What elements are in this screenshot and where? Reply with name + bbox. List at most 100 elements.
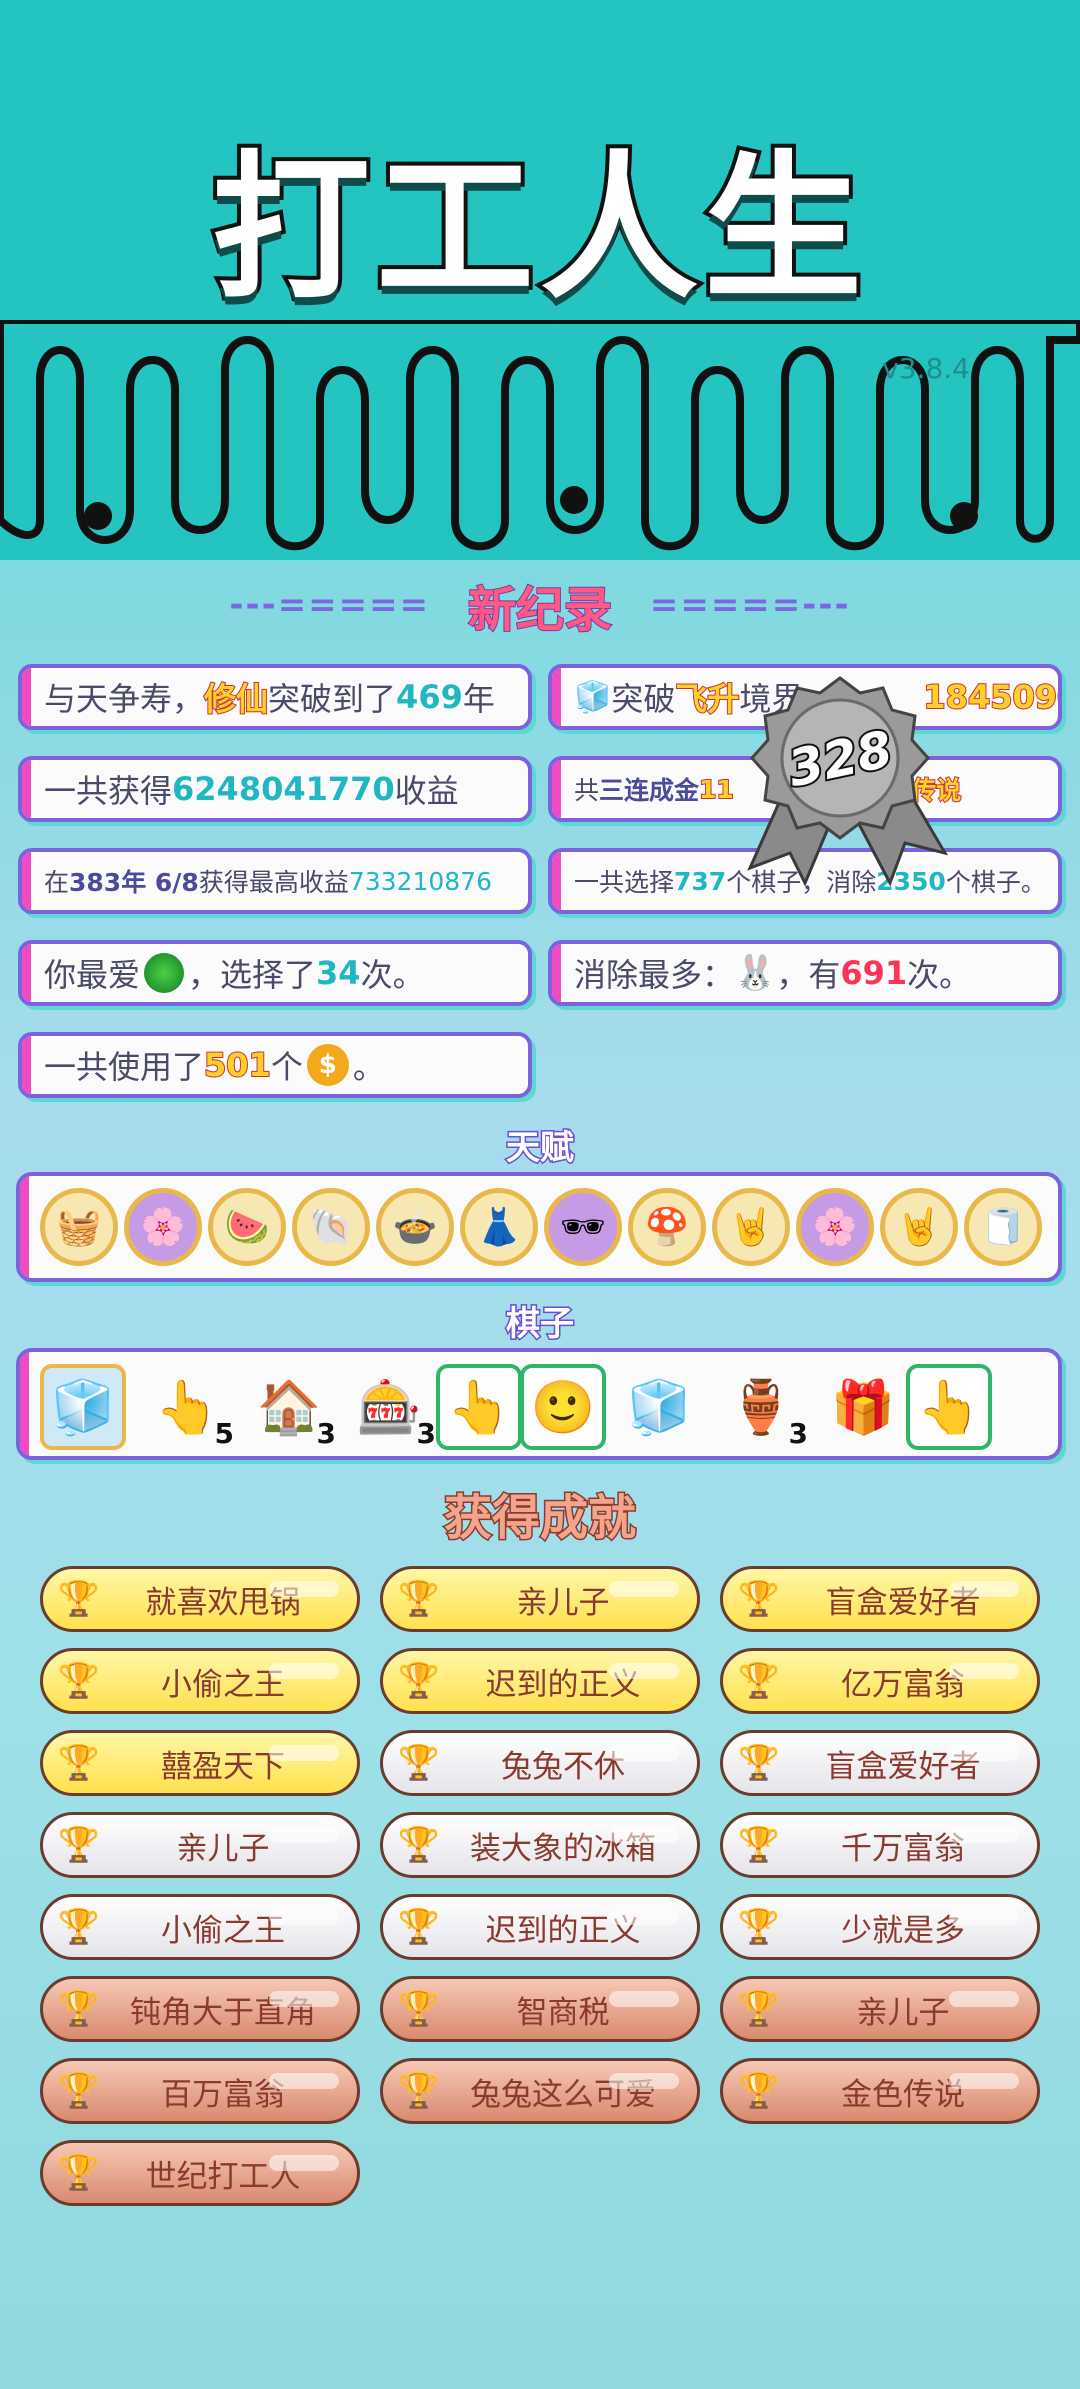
stat-text: 获得最高收益	[198, 868, 349, 897]
achievement-badge[interactable]: 🏆 迟到的正义	[380, 1648, 700, 1714]
stat-text: 突破	[611, 680, 676, 718]
achievement-badge[interactable]: 🏆 钝角大于直角	[40, 1976, 360, 2042]
sunglasses-icon[interactable]: 🕶	[544, 1188, 622, 1266]
achievement-badge[interactable]: 🏆 智商税	[380, 1976, 700, 2042]
trophy-icon: 🏆	[57, 1661, 101, 1701]
achievement-badge[interactable]: 🏆 盲盒爱好者	[720, 1730, 1040, 1796]
achievement-label: 迟到的正义	[485, 1912, 641, 1949]
skirt-icon[interactable]: 👗	[460, 1188, 538, 1266]
fruit-icon[interactable]: 🍉	[208, 1188, 286, 1266]
claw-machine-icon[interactable]: 🎁	[820, 1364, 906, 1450]
achievement-badge[interactable]: 🏆 少就是多	[720, 1894, 1040, 1960]
flower-icon[interactable]: 🌸	[796, 1188, 874, 1266]
trophy-icon: 🏆	[57, 1907, 101, 1947]
pointer-hand-icon[interactable]: 👆 5	[144, 1364, 235, 1452]
watermelon-icon	[144, 953, 185, 993]
achievement-badge[interactable]: 🏆 装大象的冰箱	[380, 1812, 700, 1878]
achievement-badge[interactable]: 🏆 亲儿子	[720, 1976, 1040, 2042]
achievement-label: 盲盒爱好者	[825, 1748, 981, 1785]
stat-favorite: 你最爱 ，选择了 34 次。	[18, 940, 532, 1006]
achievement-label: 千万富翁	[841, 1830, 965, 1867]
stat-number: 501	[203, 1045, 272, 1085]
stat-text: 个	[270, 1048, 303, 1086]
achievement-label: 迟到的正义	[485, 1666, 641, 1703]
stat-highlight: 383年 6/8	[69, 868, 199, 897]
trophy-icon: 🏆	[397, 1743, 441, 1783]
dash-right: =====---	[636, 585, 851, 625]
achievement-badge[interactable]: 🏆 亿万富翁	[720, 1648, 1040, 1714]
stat-number: 691	[840, 954, 908, 992]
achievement-badge[interactable]: 🏆 兔兔这么可爱	[380, 2058, 700, 2124]
achievement-label: 智商税	[516, 1994, 610, 2031]
stat-text: 一共选择	[574, 868, 675, 897]
pointer-hand-icon[interactable]: 👆	[906, 1364, 992, 1450]
mushroom-cloud-icon[interactable]: 🍄	[628, 1188, 706, 1266]
achievement-label: 囍盈天下	[161, 1748, 285, 1785]
trophy-icon: 🏆	[737, 1661, 781, 1701]
achievement-badge[interactable]: 🏆 兔兔不休	[380, 1730, 700, 1796]
dash-left: ---=====	[229, 585, 444, 625]
achievement-label: 亿万富翁	[841, 1666, 965, 1703]
achievement-label: 亲儿子	[516, 1584, 610, 1621]
new-record-label: 新纪录	[467, 581, 613, 639]
pieces-bar: 🧊 👆 5 🏠 3 🎰 3 👆 🙂 🧊 🏺 3 🎁 👆	[16, 1348, 1062, 1460]
fridge-icon[interactable]: 🧊	[40, 1364, 126, 1450]
rabbit-house-icon[interactable]: 🏠 3	[246, 1364, 337, 1452]
stat-text: 一共使用了	[44, 1048, 205, 1086]
achievement-badge[interactable]: 🏆 千万富翁	[720, 1812, 1040, 1878]
rock-hand-icon[interactable]: 🤘	[712, 1188, 790, 1266]
stat-text: 次。	[360, 956, 425, 994]
trophy-icon: 🏆	[397, 1661, 441, 1701]
achievement-badge[interactable]: 🏆 金色传说	[720, 2058, 1040, 2124]
achievement-label: 兔兔不休	[501, 1748, 625, 1785]
trophy-icon: 🏆	[737, 1743, 781, 1783]
achievement-badge[interactable]: 🏆 百万富翁	[40, 2058, 360, 2124]
trophy-icon: 🏆	[397, 2071, 441, 2111]
shell-icon[interactable]: 🐚	[292, 1188, 370, 1266]
achievement-badge[interactable]: 🏆 小偷之王	[40, 1648, 360, 1714]
trophy-icon: 🏆	[397, 1989, 441, 2029]
stat-text: ，选择了	[188, 956, 317, 994]
basket-icon[interactable]: 🧺	[40, 1188, 118, 1266]
trophy-icon: 🏆	[57, 2071, 101, 2111]
stat-text: 你最爱	[44, 956, 141, 994]
achievement-badge[interactable]: 🏆 迟到的正义	[380, 1894, 700, 1960]
machine-icon[interactable]: 🎰 3	[346, 1364, 437, 1452]
new-record-header: ---===== 新纪录 =====---	[0, 570, 1080, 640]
face-icon[interactable]: 🙂	[520, 1364, 606, 1450]
record-seal-badge: 328	[747, 676, 949, 887]
achievement-label: 小偷之王	[161, 1912, 285, 1949]
piece-count: 3	[415, 1416, 437, 1451]
trophy-icon: 🏆	[737, 1825, 781, 1865]
achievement-badge[interactable]: 🏆 小偷之王	[40, 1894, 360, 1960]
piece-count: 3	[787, 1416, 809, 1451]
trophy-icon: 🏆	[57, 1825, 101, 1865]
pot-icon[interactable]: 🍲	[376, 1188, 454, 1266]
coin-icon: $	[306, 1044, 349, 1086]
trophy-icon: 🏆	[737, 1907, 781, 1947]
achievement-label: 就喜欢甩锅	[145, 1584, 301, 1621]
achievement-badge[interactable]: 🏆 亲儿子	[380, 1566, 700, 1632]
achievement-label: 少就是多	[841, 1912, 965, 1949]
trophy-icon: 🏆	[57, 2153, 101, 2193]
trophy-icon: 🏆	[397, 1907, 441, 1947]
stat-text: 与天争寿，	[44, 680, 205, 718]
vase-icon[interactable]: 🏺 3	[718, 1364, 809, 1452]
achievement-label: 盲盒爱好者	[825, 1584, 981, 1621]
tissue-icon[interactable]: 🧻	[964, 1188, 1042, 1266]
achievement-badge[interactable]: 🏆 亲儿子	[40, 1812, 360, 1878]
achievement-badge[interactable]: 🏆 囍盈天下	[40, 1730, 360, 1796]
stat-text: 次。	[907, 956, 972, 994]
stat-text: 。	[352, 1048, 385, 1086]
achievement-badge[interactable]: 🏆 盲盒爱好者	[720, 1566, 1040, 1632]
stat-number: 737	[674, 866, 727, 896]
achievement-label: 世纪打工人	[145, 2158, 301, 2195]
stat-cultivation: 与天争寿， 修仙 突破到了 469 年	[18, 664, 532, 730]
pointer-hand-icon[interactable]: 👆	[436, 1364, 522, 1450]
flower-icon[interactable]: 🌸	[124, 1188, 202, 1266]
fridge-icon[interactable]: 🧊	[616, 1364, 702, 1450]
rock-hand-icon[interactable]: 🤘	[880, 1188, 958, 1266]
achievement-badge[interactable]: 🏆 就喜欢甩锅	[40, 1566, 360, 1632]
achievement-badge[interactable]: 🏆 世纪打工人	[40, 2140, 360, 2206]
trophy-icon: 🏆	[57, 1579, 101, 1619]
